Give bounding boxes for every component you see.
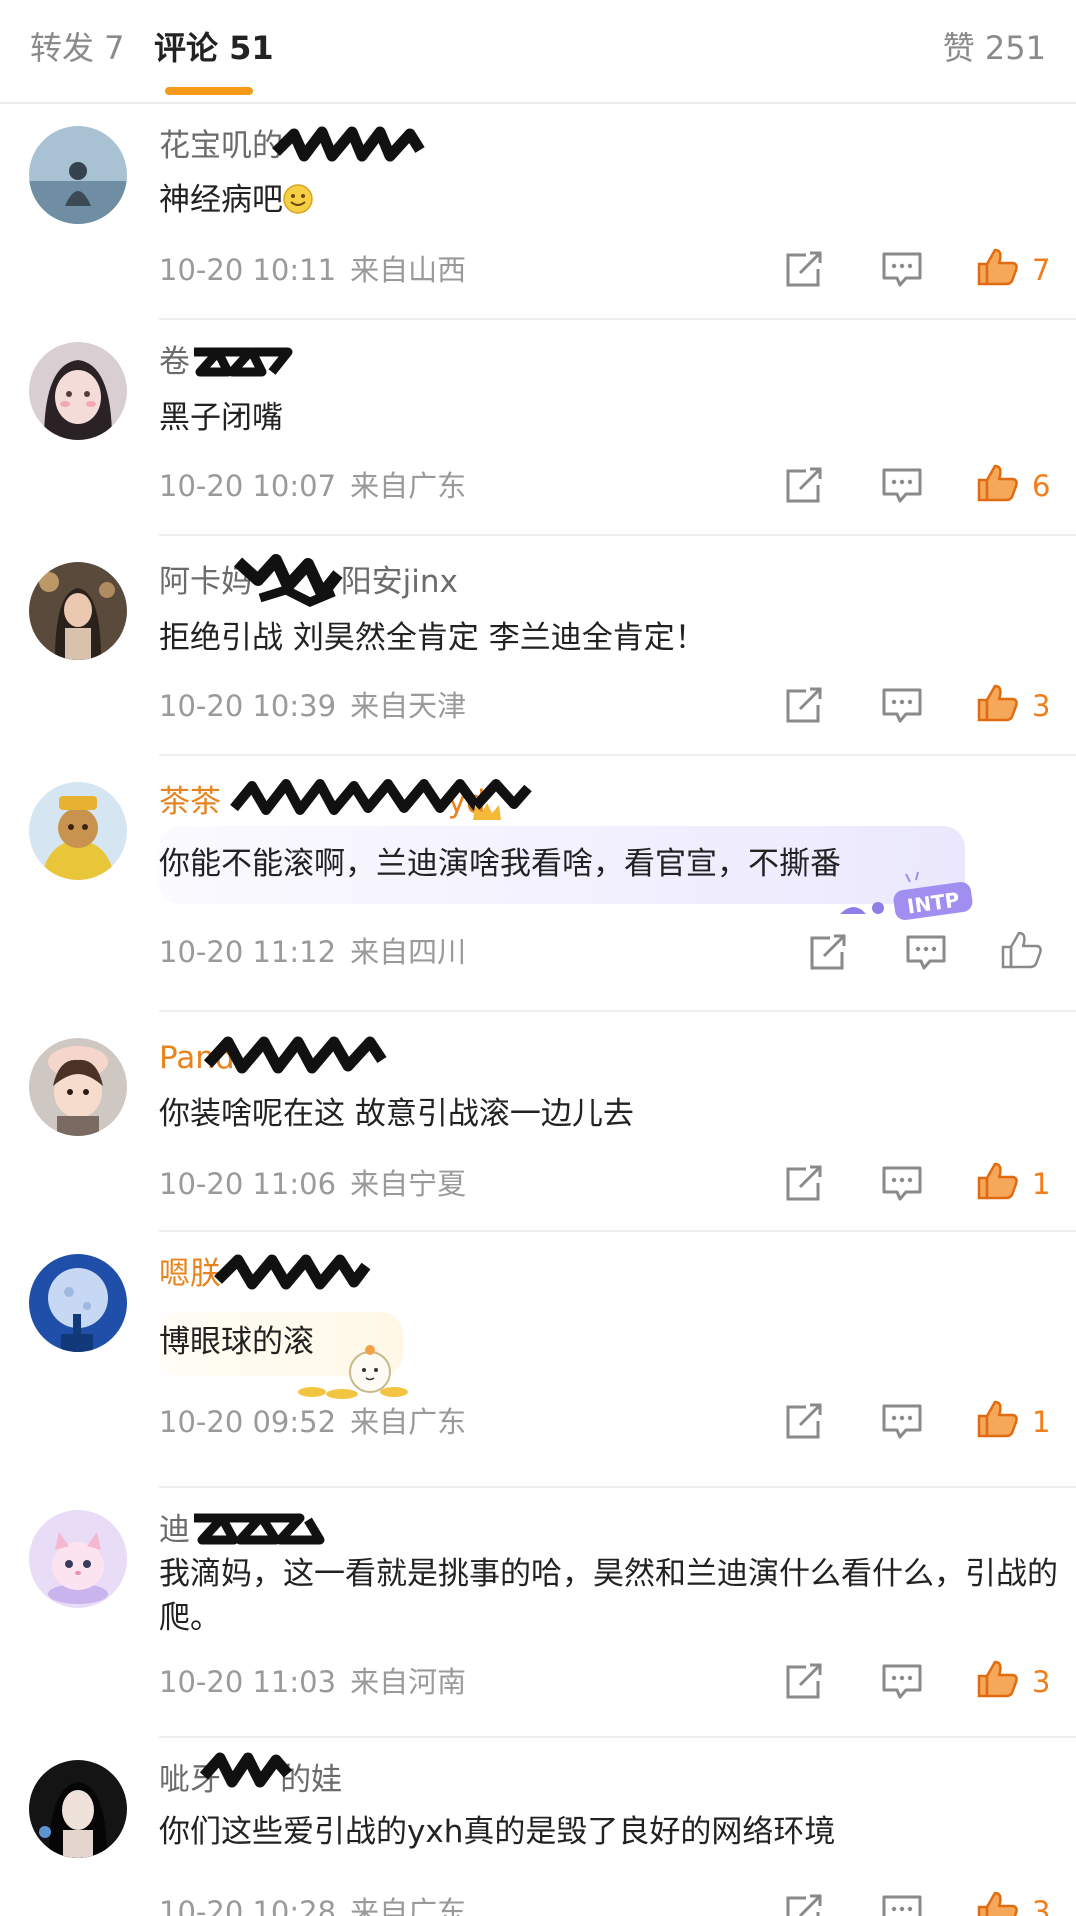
like-count: 3 (1032, 1665, 1051, 1699)
avatar[interactable] (29, 562, 127, 660)
thumbs-up-icon[interactable] (976, 1659, 1020, 1699)
comment-item: 呲牙 的娃 你们这些爱引战的yxh真的是毁了良好的网络环境 10-20 10:2… (0, 1738, 1076, 1916)
comment-time: 10-20 11:06 (159, 1167, 337, 1201)
smile-emoji-icon (283, 182, 313, 214)
avatar[interactable] (29, 1760, 127, 1858)
comment-location: 来自广东 (350, 1895, 467, 1916)
comment-icon[interactable] (904, 932, 948, 972)
comment-time: 10-20 09:52 (159, 1405, 337, 1439)
comment-location: 来自宁夏 (350, 1167, 467, 1201)
comment-icon[interactable] (880, 1401, 924, 1441)
share-icon[interactable] (782, 249, 826, 289)
comment-icon[interactable] (880, 1163, 924, 1203)
comment-time: 10-20 10:39 (159, 689, 337, 723)
like-count: 3 (1032, 689, 1051, 723)
redaction-scribble (212, 1248, 372, 1298)
share-icon[interactable] (782, 465, 826, 505)
tab-likes[interactable]: 赞 251 (943, 28, 1046, 68)
comment-meta: 10-20 11:03 来自河南 (159, 1664, 466, 1700)
redaction-scribble (198, 1748, 294, 1798)
tab-reposts[interactable]: 转发 7 (30, 28, 125, 68)
thumbs-up-icon[interactable] (976, 683, 1020, 723)
comment-icon[interactable] (880, 465, 924, 505)
comment-meta: 10-20 10:07 来自广东 (159, 468, 466, 504)
thumbs-up-icon[interactable] (976, 1161, 1020, 1201)
share-icon[interactable] (782, 685, 826, 725)
comment-icon[interactable] (880, 249, 924, 289)
intp-badge-sticker: INTP (836, 870, 976, 922)
comment-location: 来自广东 (350, 469, 467, 503)
thumbs-up-icon[interactable] (976, 1399, 1020, 1439)
avatar[interactable] (29, 342, 127, 440)
like-count: 6 (1032, 469, 1051, 503)
comment-time: 10-20 10:28 (159, 1895, 337, 1916)
avatar[interactable] (29, 1254, 127, 1352)
commenter-name[interactable]: 卷 (159, 342, 190, 382)
active-tab-indicator (165, 87, 253, 95)
comment-text: 你装啥呢在这 故意引战滚一边儿去 (159, 1096, 634, 1132)
comment-location: 来自河南 (350, 1665, 467, 1699)
comment-meta: 10-20 10:39 来自天津 (159, 688, 466, 724)
redaction-scribble (202, 1030, 388, 1080)
share-icon[interactable] (782, 1163, 826, 1203)
comment-item: 花宝叽的 神经病吧 10-20 10:11 来自山西 7 (0, 104, 1076, 320)
comment-divider (159, 1010, 1076, 1012)
thumbs-up-icon[interactable] (976, 463, 1020, 503)
thumbs-up-icon[interactable] (1000, 930, 1044, 970)
comment-item: 卷 黑子闭嘴 10-20 10:07 来自广东 6 (0, 320, 1076, 540)
comment-item: 茶茶 yd 你能不能滚啊，兰迪演啥我看啥，看官宣，不撕番 INTP 10-20 … (0, 760, 1076, 1016)
gold-ingot-sticker (282, 1338, 422, 1402)
redaction-scribble (188, 1504, 338, 1554)
avatar[interactable] (29, 1038, 127, 1136)
comment-time: 10-20 11:12 (159, 935, 337, 969)
avatar[interactable] (29, 782, 127, 880)
comment-tabs: 转发 7 评论 51 赞 251 (0, 0, 1076, 104)
comment-icon[interactable] (880, 1892, 924, 1916)
comment-text: 我滴妈，这一看就是挑事的哈，昊然和兰迪演什么看什么，引战的爬。 (159, 1556, 1058, 1636)
comment-meta: 10-20 11:12 来自四川 (159, 934, 466, 970)
comment-location: 来自天津 (350, 689, 467, 723)
redaction-scribble (270, 122, 425, 166)
share-icon[interactable] (782, 1661, 826, 1701)
comment-text: 拒绝引战 刘昊然全肯定 李兰迪全肯定！ (159, 620, 706, 656)
like-count: 7 (1032, 253, 1051, 287)
avatar[interactable] (29, 1510, 127, 1608)
thumbs-up-icon[interactable] (976, 247, 1020, 287)
comment-icon[interactable] (880, 685, 924, 725)
comment-item: 阿卡妈 阳安jinx 拒绝引战 刘昊然全肯定 李兰迪全肯定！ 10-20 10:… (0, 540, 1076, 760)
comment-meta: 10-20 10:28 来自广东 (159, 1894, 466, 1916)
comment-divider (159, 754, 1076, 756)
comment-location: 来自广东 (350, 1405, 467, 1439)
like-count: 3 (1032, 1895, 1051, 1916)
comment-text: 神经病吧 (159, 178, 1049, 222)
share-icon[interactable] (782, 1892, 826, 1916)
comment-time: 10-20 11:03 (159, 1665, 337, 1699)
redaction-scribble (188, 338, 300, 382)
like-count: 1 (1032, 1167, 1051, 1201)
comment-text: 黑子闭嘴 (159, 400, 283, 436)
comment-meta: 10-20 10:11 来自山西 (159, 252, 466, 288)
comment-time: 10-20 10:07 (159, 469, 337, 503)
comment-icon[interactable] (880, 1661, 924, 1701)
comment-item: Pand 你装啥呢在这 故意引战滚一边儿去 10-20 11:06 来自宁夏 1 (0, 1016, 1076, 1232)
avatar[interactable] (29, 126, 127, 224)
share-icon[interactable] (806, 932, 850, 972)
tab-comments[interactable]: 评论 51 (154, 28, 274, 68)
commenter-name[interactable]: 花宝叽的 (159, 126, 283, 166)
comment-item: 迪 我滴妈，这一看就是挑事的哈，昊然和兰迪演什么看什么，引战的爬。 10-20 … (0, 1488, 1076, 1738)
comment-time: 10-20 10:11 (159, 253, 337, 287)
crown-badge-icon (470, 800, 504, 824)
comment-location: 来自四川 (350, 935, 467, 969)
share-icon[interactable] (782, 1401, 826, 1441)
comment-item: 嗯朕 博眼球的滚 10-20 09:52 来自广东 1 (0, 1232, 1076, 1488)
comment-meta: 10-20 11:06 来自宁夏 (159, 1166, 466, 1202)
comment-meta: 10-20 09:52 来自广东 (159, 1404, 466, 1440)
thumbs-up-icon[interactable] (976, 1890, 1020, 1916)
redaction-scribble (230, 550, 350, 608)
like-count: 1 (1032, 1405, 1051, 1439)
commenter-name[interactable]: 迪 (159, 1510, 190, 1550)
comment-text: 你们这些爱引战的yxh真的是毁了良好的网络环境 (159, 1814, 836, 1850)
comment-divider (159, 534, 1076, 536)
comment-location: 来自山西 (350, 253, 467, 287)
